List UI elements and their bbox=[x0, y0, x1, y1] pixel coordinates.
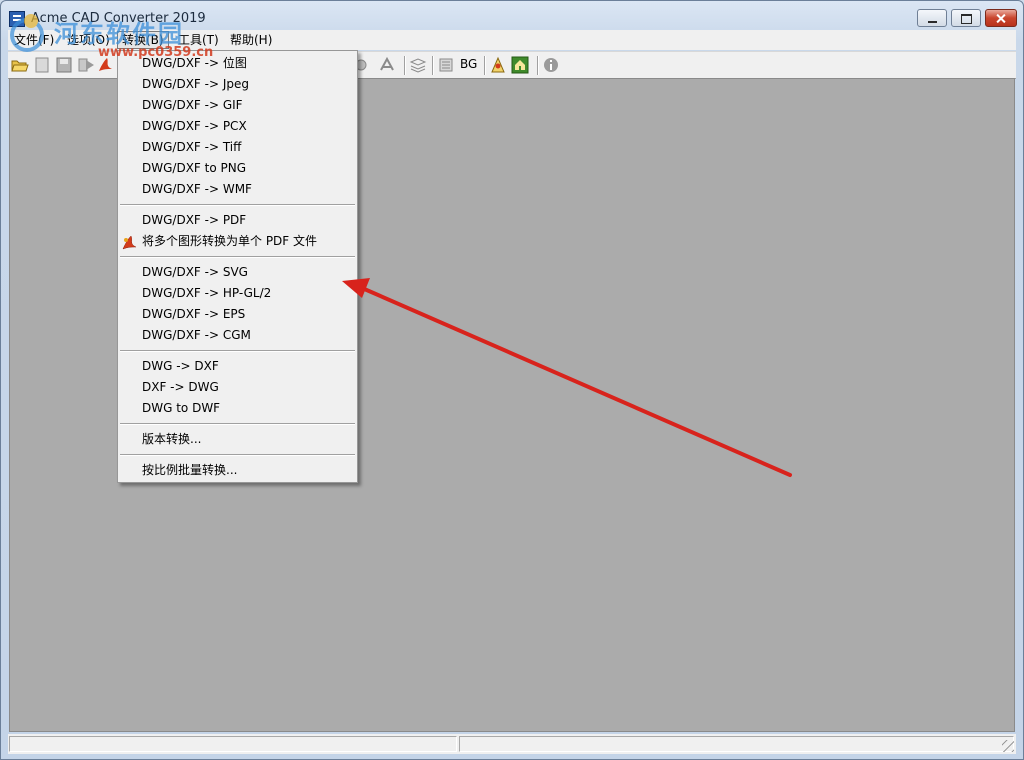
close-file-icon[interactable] bbox=[33, 56, 51, 74]
info-icon[interactable] bbox=[542, 56, 560, 74]
toolbar-separator bbox=[432, 56, 434, 75]
caption-buttons bbox=[917, 9, 1017, 27]
menu-dwg-to-gif[interactable]: DWG/DXF -> GIF bbox=[142, 95, 243, 115]
pan-icon[interactable] bbox=[378, 56, 396, 74]
menu-dwg-to-tiff[interactable]: DWG/DXF -> Tiff bbox=[142, 137, 241, 157]
menu-options[interactable]: 选项(O) bbox=[63, 32, 114, 48]
menu-bar: 文件(F) 选项(O) 转换(B) 工具(T) 帮助(H) bbox=[8, 30, 1016, 50]
open-folder-icon[interactable] bbox=[11, 56, 29, 74]
menu-dwg-to-dwf[interactable]: DWG to DWF bbox=[142, 398, 220, 418]
close-button[interactable] bbox=[985, 9, 1017, 27]
menu-dwg-to-svg[interactable]: DWG/DXF -> SVG bbox=[142, 262, 248, 282]
menu-multi-to-single-pdf[interactable]: 将多个图形转换为单个 PDF 文件 bbox=[142, 231, 317, 251]
menu-file[interactable]: 文件(F) bbox=[10, 32, 58, 48]
properties-icon[interactable] bbox=[437, 56, 455, 74]
play-icon[interactable] bbox=[77, 56, 95, 74]
menu-dwg-to-bitmap[interactable]: DWG/DXF -> 位图 bbox=[142, 53, 247, 73]
toolbar-separator bbox=[537, 56, 539, 75]
menu-dxf-to-dwg[interactable]: DXF -> DWG bbox=[142, 377, 219, 397]
status-panel-right bbox=[459, 736, 1014, 752]
home-icon[interactable] bbox=[511, 56, 529, 74]
toolbar-separator bbox=[404, 56, 406, 75]
menu-separator bbox=[120, 423, 355, 425]
window-title: Acme CAD Converter 2019 bbox=[31, 11, 206, 26]
save-icon[interactable] bbox=[55, 56, 73, 74]
menu-dwg-to-wmf[interactable]: DWG/DXF -> WMF bbox=[142, 179, 252, 199]
menu-batch-scale-convert[interactable]: 按比例批量转换... bbox=[142, 460, 237, 480]
maximize-button[interactable] bbox=[951, 9, 981, 27]
menu-dwg-to-pcx[interactable]: DWG/DXF -> PCX bbox=[142, 116, 247, 136]
status-panel-left bbox=[9, 736, 457, 752]
toolbar-separator bbox=[484, 56, 486, 75]
menu-help[interactable]: 帮助(H) bbox=[226, 32, 276, 48]
resize-grip-icon[interactable] bbox=[1002, 740, 1014, 752]
convert-pdf-icon[interactable] bbox=[96, 56, 114, 74]
menu-dwg-to-eps[interactable]: DWG/DXF -> EPS bbox=[142, 304, 245, 324]
menu-dwg-to-cgm[interactable]: DWG/DXF -> CGM bbox=[142, 325, 251, 345]
minimize-button[interactable] bbox=[917, 9, 947, 27]
menu-dwg-to-png[interactable]: DWG/DXF to PNG bbox=[142, 158, 246, 178]
menu-separator bbox=[120, 350, 355, 352]
menu-separator bbox=[120, 256, 355, 258]
title-bar[interactable]: Acme CAD Converter 2019 bbox=[1, 1, 1023, 32]
layers-icon[interactable] bbox=[409, 56, 427, 74]
menu-dwg-to-jpeg[interactable]: DWG/DXF -> Jpeg bbox=[142, 74, 249, 94]
convert-menu-dropdown: DWG/DXF -> 位图 DWG/DXF -> Jpeg DWG/DXF ->… bbox=[117, 50, 358, 483]
menu-dwg-to-dxf[interactable]: DWG -> DXF bbox=[142, 356, 219, 376]
menu-separator bbox=[120, 204, 355, 206]
status-bar bbox=[8, 734, 1016, 754]
menu-dwg-to-hpgl2[interactable]: DWG/DXF -> HP-GL/2 bbox=[142, 283, 271, 303]
app-icon[interactable] bbox=[9, 11, 25, 27]
pdf-icon bbox=[122, 235, 137, 250]
background-toggle-button[interactable]: BG bbox=[460, 57, 477, 71]
menu-separator bbox=[120, 454, 355, 456]
menu-dwg-to-pdf[interactable]: DWG/DXF -> PDF bbox=[142, 210, 246, 230]
register-icon[interactable] bbox=[489, 56, 507, 74]
menu-tools[interactable]: 工具(T) bbox=[174, 32, 223, 48]
menu-version-convert[interactable]: 版本转换... bbox=[142, 429, 201, 449]
menu-convert[interactable]: 转换(B) bbox=[117, 31, 169, 49]
